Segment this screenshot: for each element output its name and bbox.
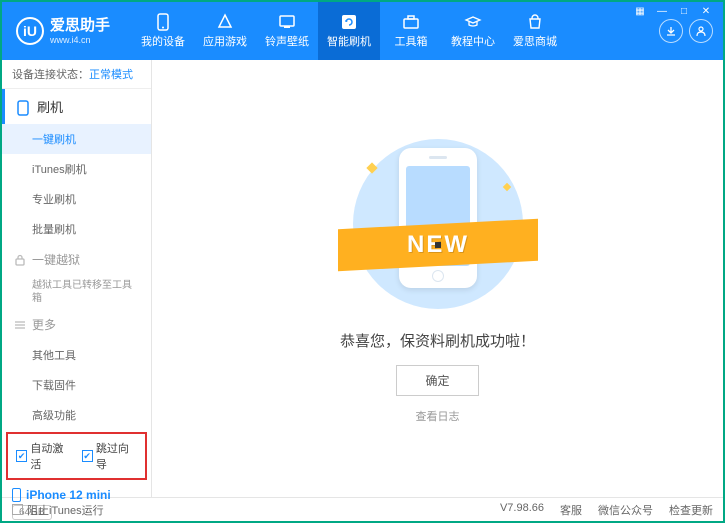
nav-label: 教程中心: [451, 33, 495, 49]
nav-tutorials[interactable]: 教程中心: [442, 2, 504, 60]
sidebar: 设备连接状态：正常模式 刷机 一键刷机 iTunes刷机 专业刷机 批量刷机 一…: [2, 60, 152, 497]
nav-label: 智能刷机: [327, 33, 371, 49]
titlebar: ▦ — □ ✕ iU 爱思助手 www.i4.cn 我的设备: [2, 2, 723, 60]
download-button[interactable]: [659, 19, 683, 43]
nav-smart-flash[interactable]: 智能刷机: [318, 2, 380, 60]
wallpaper-icon: [278, 13, 296, 31]
grid-button[interactable]: ▦: [631, 4, 649, 18]
sidebar-item-oneclick[interactable]: 一键刷机: [2, 124, 151, 154]
nav-label: 应用游戏: [203, 33, 247, 49]
checkbox-label: 自动激活: [30, 440, 71, 472]
group-more[interactable]: 更多: [2, 309, 151, 340]
phone-icon: [12, 488, 21, 502]
nav-ringtones[interactable]: 铃声壁纸: [256, 2, 318, 60]
checkbox-auto-activate[interactable]: ✔ 自动激活: [16, 440, 72, 472]
connection-status: 设备连接状态：正常模式: [2, 60, 151, 89]
app-url: www.i4.cn: [50, 35, 110, 46]
nav-my-device[interactable]: 我的设备: [132, 2, 194, 60]
group-jailbreak[interactable]: 一键越狱: [2, 244, 151, 275]
main-content: NEW 恭喜您，保资料刷机成功啦！ 确定 查看日志: [152, 60, 723, 497]
checkbox-label: 跳过向导: [96, 440, 137, 472]
check-update-link[interactable]: 检查更新: [669, 502, 713, 518]
nav-label: 铃声壁纸: [265, 33, 309, 49]
menu-icon: [14, 319, 26, 331]
customer-service-link[interactable]: 客服: [560, 502, 582, 518]
phone-icon: [17, 100, 31, 114]
main-nav: 我的设备 应用游戏 铃声壁纸 智能刷机: [132, 2, 566, 60]
phone-icon: [155, 13, 171, 31]
refresh-icon: [340, 13, 358, 31]
nav-label: 工具箱: [395, 33, 428, 49]
apps-icon: [216, 13, 234, 31]
status-value: 正常模式: [89, 69, 133, 81]
status-label: 设备连接状态：: [12, 69, 89, 81]
group-label: 一键越狱: [32, 251, 80, 268]
app-window: ▦ — □ ✕ iU 爱思助手 www.i4.cn 我的设备: [0, 0, 725, 523]
group-label: 更多: [32, 316, 56, 333]
nav-store[interactable]: 爱思商城: [504, 2, 566, 60]
sidebar-item-download-fw[interactable]: 下载固件: [2, 370, 151, 400]
logo-badge-icon: iU: [16, 17, 44, 45]
lock-icon: [14, 254, 26, 266]
graduation-icon: [464, 13, 482, 31]
tab-label: 刷机: [37, 97, 63, 116]
body: 设备连接状态：正常模式 刷机 一键刷机 iTunes刷机 专业刷机 批量刷机 一…: [2, 60, 723, 497]
nav-label: 我的设备: [141, 33, 185, 49]
header-actions: [659, 19, 723, 43]
ok-button[interactable]: 确定: [396, 365, 478, 396]
checkbox-skip-guide[interactable]: ✔ 跳过向导: [82, 440, 138, 472]
user-button[interactable]: [689, 19, 713, 43]
options-highlight: ✔ 自动激活 ✔ 跳过向导: [6, 432, 147, 480]
view-log-link[interactable]: 查看日志: [416, 408, 460, 424]
window-controls: ▦ — □ ✕: [631, 4, 715, 18]
sidebar-item-other-tools[interactable]: 其他工具: [2, 340, 151, 370]
minimize-button[interactable]: —: [653, 4, 671, 18]
checkbox-label: 阻止iTunes运行: [27, 502, 104, 518]
nav-toolbox[interactable]: 工具箱: [380, 2, 442, 60]
nav-label: 爱思商城: [513, 33, 557, 49]
toolbox-icon: [402, 13, 420, 31]
checkbox-icon: [12, 504, 23, 515]
sidebar-item-advanced[interactable]: 高级功能: [2, 400, 151, 430]
bag-icon: [526, 13, 544, 31]
tab-flash[interactable]: 刷机: [2, 89, 151, 124]
sidebar-item-itunes[interactable]: iTunes刷机: [2, 154, 151, 184]
device-name: iPhone 12 mini: [12, 488, 141, 502]
app-title: 爱思助手: [50, 17, 110, 35]
maximize-button[interactable]: □: [675, 4, 693, 18]
sidebar-item-batch[interactable]: 批量刷机: [2, 214, 151, 244]
success-illustration: NEW: [348, 134, 528, 314]
success-message: 恭喜您，保资料刷机成功啦！: [340, 330, 535, 351]
checkbox-block-itunes[interactable]: 阻止iTunes运行: [12, 502, 104, 518]
logo: iU 爱思助手 www.i4.cn: [2, 17, 124, 46]
wechat-link[interactable]: 微信公众号: [598, 502, 653, 518]
close-button[interactable]: ✕: [697, 4, 715, 18]
checkbox-icon: ✔: [82, 450, 93, 462]
nav-apps-games[interactable]: 应用游戏: [194, 2, 256, 60]
sidebar-item-pro[interactable]: 专业刷机: [2, 184, 151, 214]
version-label: V7.98.66: [500, 502, 544, 518]
jailbreak-note: 越狱工具已转移至工具箱: [2, 275, 151, 309]
checkbox-icon: ✔: [16, 450, 27, 462]
